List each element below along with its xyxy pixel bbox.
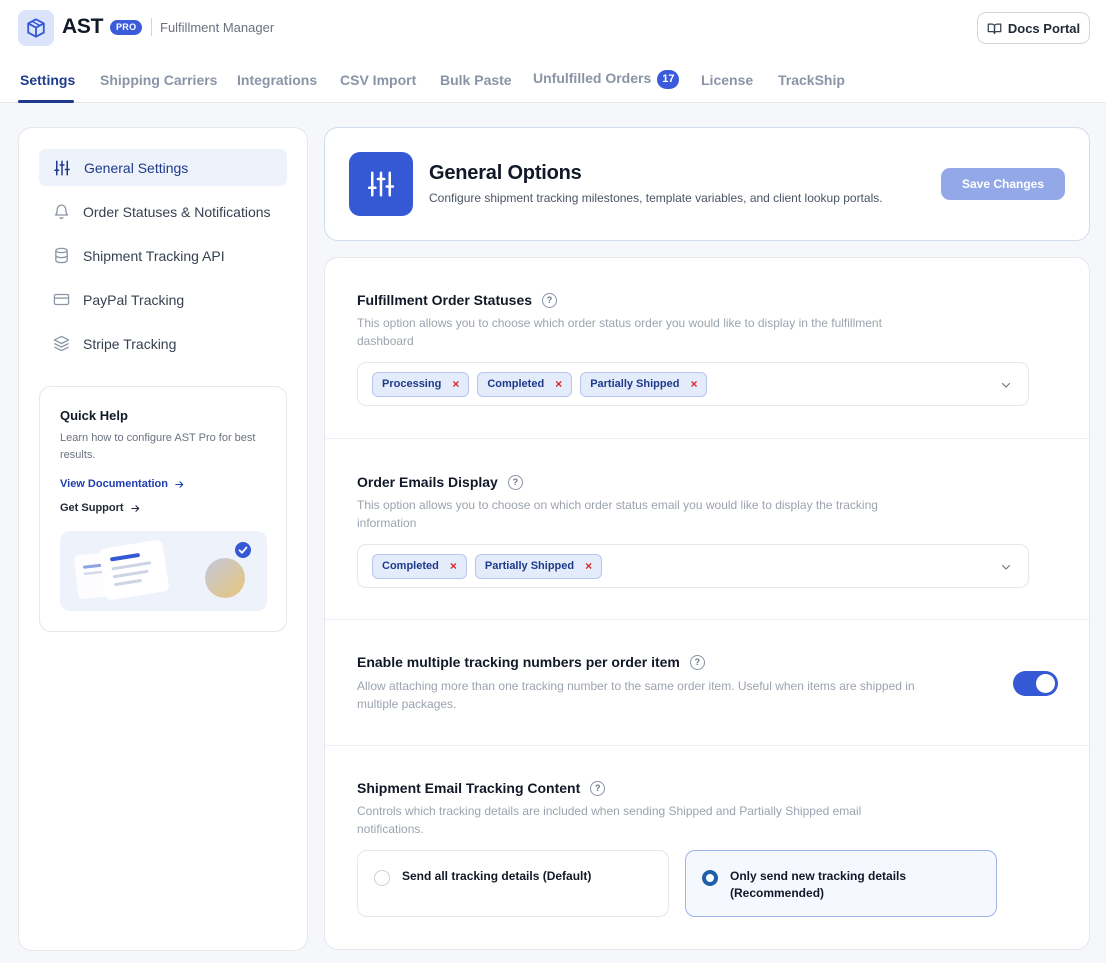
tab-license[interactable]: License <box>701 72 753 88</box>
sidebar-item-label: Order Statuses & Notifications <box>83 203 271 220</box>
view-documentation-link[interactable]: View Documentation <box>60 478 185 490</box>
multiple-tracking-description: Allow attaching more than one tracking n… <box>357 679 915 711</box>
box-logo-icon <box>18 10 54 46</box>
app-subtitle: Fulfillment Manager <box>160 20 275 35</box>
tab-bulk-paste[interactable]: Bulk Paste <box>440 72 512 88</box>
fulfillment-statuses-section-title: Fulfillment Order Statuses ? <box>357 292 558 308</box>
remove-icon[interactable]: × <box>690 378 697 390</box>
sidebar-item-label: PayPal Tracking <box>83 291 185 308</box>
page-header-card: General Options Configure shipment track… <box>324 127 1090 241</box>
top-header: AST PRO Fulfillment Manager Docs Portal … <box>0 0 1106 103</box>
help-icon[interactable]: ? <box>542 292 558 308</box>
status-chip: Partially Shipped × <box>474 553 603 579</box>
unfulfilled-count-badge: 17 <box>657 70 680 89</box>
get-support-link[interactable]: Get Support <box>60 502 141 514</box>
fulfillment-statuses-select[interactable]: Processing × Completed × Partially Shipped… <box>357 362 1029 406</box>
chip-label: Processing <box>382 378 442 390</box>
radio-option-send-all[interactable]: Send all tracking details (Default) <box>357 850 669 917</box>
sidebar-item-order-statuses[interactable]: Order Statuses & Notifications <box>39 193 287 230</box>
credit-card-icon <box>53 293 70 306</box>
sidebar-item-shipment-tracking-api[interactable]: Shipment Tracking API <box>39 237 287 274</box>
settings-card: Fulfillment Order Statuses ? This option… <box>324 257 1090 950</box>
sidebar-item-label: Stripe Tracking <box>83 335 177 352</box>
sidebar-item-label: General Settings <box>84 159 189 176</box>
quick-help-card: Quick Help Learn how to configure AST Pr… <box>39 386 287 632</box>
remove-icon[interactable]: × <box>555 378 562 390</box>
docs-portal-button[interactable]: Docs Portal <box>977 12 1090 44</box>
status-chip: Completed × <box>372 553 467 579</box>
chip-label: Partially Shipped <box>484 560 575 572</box>
radio-label: Send all tracking details (Default) <box>402 869 592 883</box>
order-emails-section-title: Order Emails Display ? <box>357 474 523 490</box>
chevron-down-icon[interactable] <box>1000 379 1012 391</box>
bell-icon <box>54 204 69 220</box>
section-divider <box>325 745 1089 746</box>
order-emails-description: This option allows you to choose on whic… <box>357 498 878 530</box>
sliders-icon <box>54 160 70 175</box>
brand-name: AST <box>62 15 104 38</box>
radio-option-send-new[interactable]: Only send new tracking details (Recommen… <box>685 850 997 917</box>
page-title: General Options <box>429 162 582 184</box>
status-chip: Completed × <box>477 371 573 397</box>
email-tracking-description: Controls which tracking details are incl… <box>357 804 862 836</box>
chip-label: Completed <box>487 378 545 390</box>
remove-icon[interactable]: × <box>452 378 459 390</box>
multiple-tracking-title: Enable multiple tracking numbers per ord… <box>357 654 680 670</box>
tab-settings[interactable]: Settings <box>20 72 75 88</box>
quick-help-title: Quick Help <box>60 408 128 423</box>
sidebar-item-label: Shipment Tracking API <box>83 247 225 264</box>
tab-csv-import[interactable]: CSV Import <box>340 72 416 88</box>
tab-integrations[interactable]: Integrations <box>237 72 317 88</box>
email-tracking-title: Shipment Email Tracking Content <box>357 780 581 796</box>
book-icon <box>987 23 1002 34</box>
status-chip: Partially Shipped × <box>580 371 708 397</box>
radio-button-selected[interactable] <box>702 870 718 886</box>
email-tracking-section-title: Shipment Email Tracking Content ? <box>357 780 606 796</box>
order-emails-select[interactable]: Completed × Partially Shipped × <box>357 544 1029 588</box>
chevron-down-icon[interactable] <box>1000 561 1012 573</box>
section-divider <box>325 619 1089 620</box>
database-icon <box>55 247 68 264</box>
pro-badge: PRO <box>110 20 143 35</box>
remove-icon[interactable]: × <box>450 560 457 572</box>
section-divider <box>325 438 1089 439</box>
tab-bar: Settings Shipping Carriers Integrations … <box>0 60 1106 103</box>
save-changes-button[interactable]: Save Changes <box>941 168 1065 200</box>
radio-label: Only send new tracking details (Recommen… <box>730 869 907 900</box>
help-icon[interactable]: ? <box>590 780 606 796</box>
sidebar-item-paypal-tracking[interactable]: PayPal Tracking <box>39 281 287 318</box>
help-icon[interactable]: ? <box>689 654 705 670</box>
status-chip: Processing × <box>372 371 470 397</box>
tab-unfulfilled-orders-label: Unfulfilled Orders <box>533 70 652 86</box>
chip-label: Completed <box>382 560 439 572</box>
tab-shipping-carriers[interactable]: Shipping Carriers <box>100 72 217 88</box>
layers-icon <box>53 335 70 352</box>
order-emails-title: Order Emails Display <box>357 474 498 490</box>
tab-unfulfilled-orders[interactable]: Unfulfilled Orders 17 <box>533 70 680 89</box>
page-description: Configure shipment tracking milestones, … <box>429 191 883 205</box>
sliders-icon <box>349 152 413 216</box>
docs-portal-label: Docs Portal <box>1007 20 1081 36</box>
sidebar-item-general-settings[interactable]: General Settings <box>39 149 287 186</box>
arrow-right-icon <box>130 504 139 512</box>
brand-divider <box>151 18 152 36</box>
settings-sidebar: General Settings Order Statuses & Notifi… <box>18 127 308 951</box>
sidebar-item-stripe-tracking[interactable]: Stripe Tracking <box>39 325 287 362</box>
get-support-label: Get Support <box>60 502 124 514</box>
multiple-tracking-section-title: Enable multiple tracking numbers per ord… <box>357 654 705 670</box>
radio-button[interactable] <box>374 870 390 886</box>
fulfillment-statuses-description: This option allows you to choose which o… <box>357 316 882 348</box>
view-documentation-label: View Documentation <box>60 478 168 490</box>
active-tab-indicator <box>18 100 74 103</box>
fulfillment-statuses-title: Fulfillment Order Statuses <box>357 292 533 308</box>
toggle-knob <box>1036 674 1055 693</box>
remove-icon[interactable]: × <box>585 560 592 572</box>
chip-label: Partially Shipped <box>590 378 680 390</box>
quick-help-text: Learn how to configure AST Pro for best … <box>60 432 256 461</box>
help-icon[interactable]: ? <box>507 474 523 490</box>
documents-illustration <box>60 531 267 611</box>
multiple-tracking-toggle[interactable] <box>1013 671 1058 696</box>
arrow-right-icon <box>175 480 184 488</box>
tab-trackship[interactable]: TrackShip <box>778 72 845 88</box>
